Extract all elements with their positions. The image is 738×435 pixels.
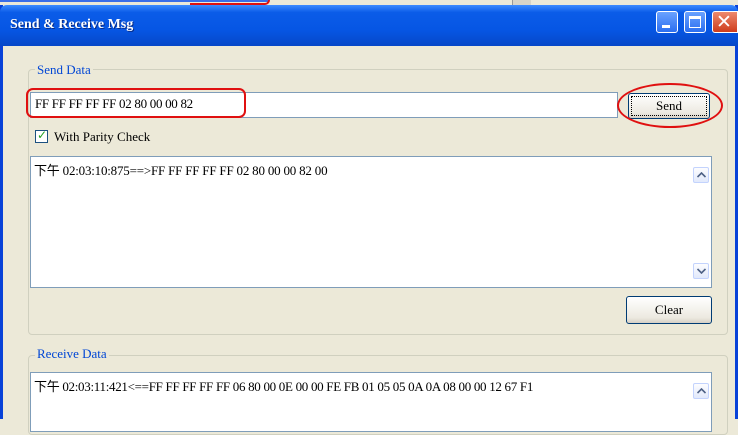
close-button[interactable]: ✕ (712, 11, 738, 33)
minimize-button[interactable] (656, 11, 678, 33)
input-highlight-annotation (26, 88, 246, 118)
parity-check-label[interactable]: With Parity Check (54, 129, 150, 145)
checkmark-icon: ✓ (37, 128, 48, 142)
receive-log-scroll-up-button[interactable] (693, 383, 709, 399)
parity-check-checkbox[interactable]: ✓ (35, 128, 48, 143)
send-button-highlight-annotation (617, 83, 723, 128)
send-log-scroll-up-button[interactable] (693, 167, 709, 183)
clear-button[interactable]: Clear (626, 296, 712, 324)
minimize-icon (662, 25, 670, 28)
maximize-button[interactable] (684, 11, 706, 33)
send-data-legend: Send Data (35, 62, 93, 78)
maximize-icon (689, 16, 701, 28)
send-log-scroll-down-button[interactable] (693, 263, 709, 279)
close-icon: ✕ (716, 11, 732, 33)
send-log-line: 下午 02:03:10:875==>FF FF FF FF FF 02 80 0… (34, 163, 328, 178)
chevron-up-icon (697, 172, 706, 178)
receive-log-line: 下午 02:03:11:421<==FF FF FF FF FF 06 80 0… (34, 379, 534, 394)
chevron-down-icon (697, 268, 706, 274)
receive-data-legend: Receive Data (35, 346, 109, 362)
window-title: Send & Receive Msg (10, 17, 134, 32)
chevron-up-icon (697, 388, 706, 394)
